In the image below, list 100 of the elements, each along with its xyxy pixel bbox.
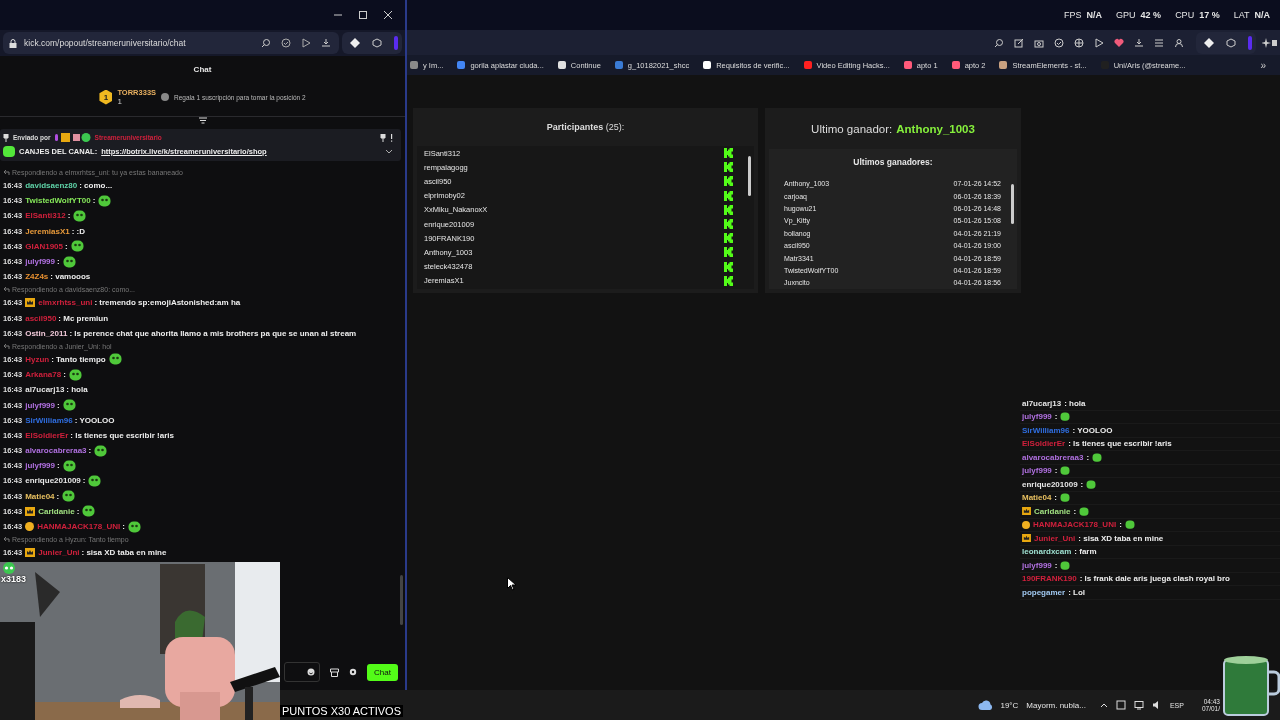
download-icon[interactable] <box>321 38 331 48</box>
stat-label: LAT <box>1233 10 1250 20</box>
monitor-icon[interactable] <box>1133 700 1144 710</box>
username[interactable]: elmxrhtss_uni <box>38 298 93 308</box>
weather-text[interactable]: Mayorm. nubla... <box>1026 700 1086 710</box>
username[interactable]: enrique201009 <box>25 476 81 486</box>
send-icon[interactable] <box>301 38 311 48</box>
chat-send-button[interactable]: Chat <box>367 663 398 681</box>
username: 190FRANK190 <box>1022 574 1077 584</box>
scrollbar[interactable] <box>1011 184 1014 225</box>
settings-icon[interactable] <box>349 668 358 676</box>
username[interactable]: TwistedWolfYT00 <box>25 196 91 206</box>
stat-label: FPS <box>1064 10 1082 20</box>
stat-value: 17 % <box>1199 10 1220 20</box>
message-text: : <box>1086 452 1090 462</box>
kick-icon <box>724 190 734 201</box>
username[interactable]: Z4Z4s <box>25 272 49 282</box>
url-text: kick.com/popout/streameruniversitario/chat <box>24 38 186 48</box>
search-icon[interactable] <box>994 37 1004 48</box>
message-text: : Tanto tiempo <box>51 354 106 364</box>
sidebar-toggle[interactable] <box>394 36 398 50</box>
username[interactable]: Junier_Uni <box>38 548 80 558</box>
kick-icon <box>724 204 734 215</box>
send-icon[interactable] <box>1094 37 1104 48</box>
last-winner-name: Anthony_1003 <box>896 122 975 135</box>
username[interactable]: al7ucarj13 <box>25 385 65 395</box>
username[interactable]: JeremiasX1 <box>25 226 70 236</box>
username[interactable]: Ostin_2011 <box>25 328 68 338</box>
username[interactable]: ascil950 <box>25 313 57 323</box>
kick-icon <box>724 176 734 187</box>
message-text: : <box>122 522 125 532</box>
chat-title: Chat <box>192 63 213 76</box>
kick-icon <box>724 233 734 244</box>
tray-app-icon[interactable] <box>1115 700 1126 710</box>
chevron-up-icon[interactable] <box>1099 702 1108 708</box>
cube-icon[interactable] <box>1226 37 1236 48</box>
message-text: : sisa XD taba en mine <box>81 548 167 558</box>
lock-icon <box>9 38 17 48</box>
username: julyf999 <box>1022 412 1052 422</box>
cube-icon[interactable] <box>372 38 382 48</box>
menu-icon[interactable] <box>1154 37 1164 48</box>
sparkle-icon[interactable] <box>1262 37 1278 48</box>
message-text: : <box>57 400 60 410</box>
message-text: : hola <box>66 385 88 395</box>
diamond-icon[interactable] <box>1204 37 1214 48</box>
username[interactable]: alvarocabreraa3 <box>25 446 87 456</box>
heart-icon[interactable] <box>1114 37 1124 48</box>
kick-icon <box>724 219 734 230</box>
info-icon <box>161 93 170 101</box>
username[interactable]: Matie04 <box>25 491 55 501</box>
stat-value: 42 % <box>1140 10 1162 20</box>
maximize-icon[interactable] <box>358 10 368 20</box>
edit-icon[interactable] <box>1014 37 1024 48</box>
coin-badge-icon <box>1022 520 1030 529</box>
username[interactable]: julyf999 <box>25 257 55 267</box>
username[interactable]: Carldanie <box>38 506 75 516</box>
points-banner: PUNTOS X30 ACTIVOS <box>280 705 403 717</box>
weather-cloud-icon[interactable] <box>978 700 995 710</box>
weather-temperature[interactable]: 19°C <box>1000 700 1019 710</box>
scrollbar[interactable] <box>748 156 751 196</box>
address-bar[interactable]: kick.com/popout/streameruniversitario/chat <box>3 32 339 54</box>
globe-icon[interactable] <box>1074 37 1084 48</box>
collapse-icon[interactable] <box>197 117 208 125</box>
rank-badge: 1 <box>99 89 113 105</box>
diamond-icon[interactable] <box>350 38 360 48</box>
emoji-icon[interactable] <box>307 668 316 676</box>
message-text: : <box>92 196 96 206</box>
username[interactable]: SirWilliam96 <box>25 415 73 425</box>
reply-icon <box>3 286 10 294</box>
more-bookmarks-button[interactable]: » <box>1260 59 1266 71</box>
username[interactable]: julyf999 <box>25 400 55 410</box>
scrollbar[interactable] <box>400 575 403 625</box>
username[interactable]: HANMAJACK178_UNI <box>37 522 121 532</box>
message-text: : <box>1054 560 1058 570</box>
username[interactable]: julyf999 <box>25 461 55 471</box>
sidebar-toggle[interactable] <box>1248 35 1252 50</box>
shield-icon[interactable] <box>1054 37 1064 48</box>
camera-icon[interactable] <box>1034 37 1044 48</box>
close-icon[interactable] <box>383 10 393 20</box>
store-icon[interactable] <box>330 667 340 677</box>
more-icon[interactable] <box>390 133 393 142</box>
chat-input[interactable] <box>284 662 321 682</box>
search-icon[interactable] <box>261 38 271 48</box>
username[interactable]: ElSanti312 <box>25 211 66 221</box>
message-text: : <box>1054 412 1058 422</box>
message-text: : ls tienes que escribir !aris <box>1068 439 1172 449</box>
username[interactable]: Hyzun <box>25 354 50 364</box>
shield-icon[interactable] <box>281 38 291 48</box>
username: ElSoldierEr <box>1022 439 1066 449</box>
pin-icon[interactable] <box>380 133 386 142</box>
username[interactable]: ElSoldierEr <box>25 430 69 440</box>
download-icon[interactable] <box>1134 37 1144 48</box>
expand-icon[interactable] <box>385 148 393 155</box>
username[interactable]: Arkana78 <box>25 370 62 380</box>
message-text: : ls frank dale aris juega clash royal bro <box>1079 574 1230 584</box>
username[interactable]: davidsaenz80 <box>25 181 78 191</box>
kick-icon <box>724 247 734 258</box>
points-counter: x3183 <box>1 574 27 584</box>
profile-icon[interactable] <box>1174 37 1184 48</box>
username[interactable]: GIAN1905 <box>25 241 63 251</box>
